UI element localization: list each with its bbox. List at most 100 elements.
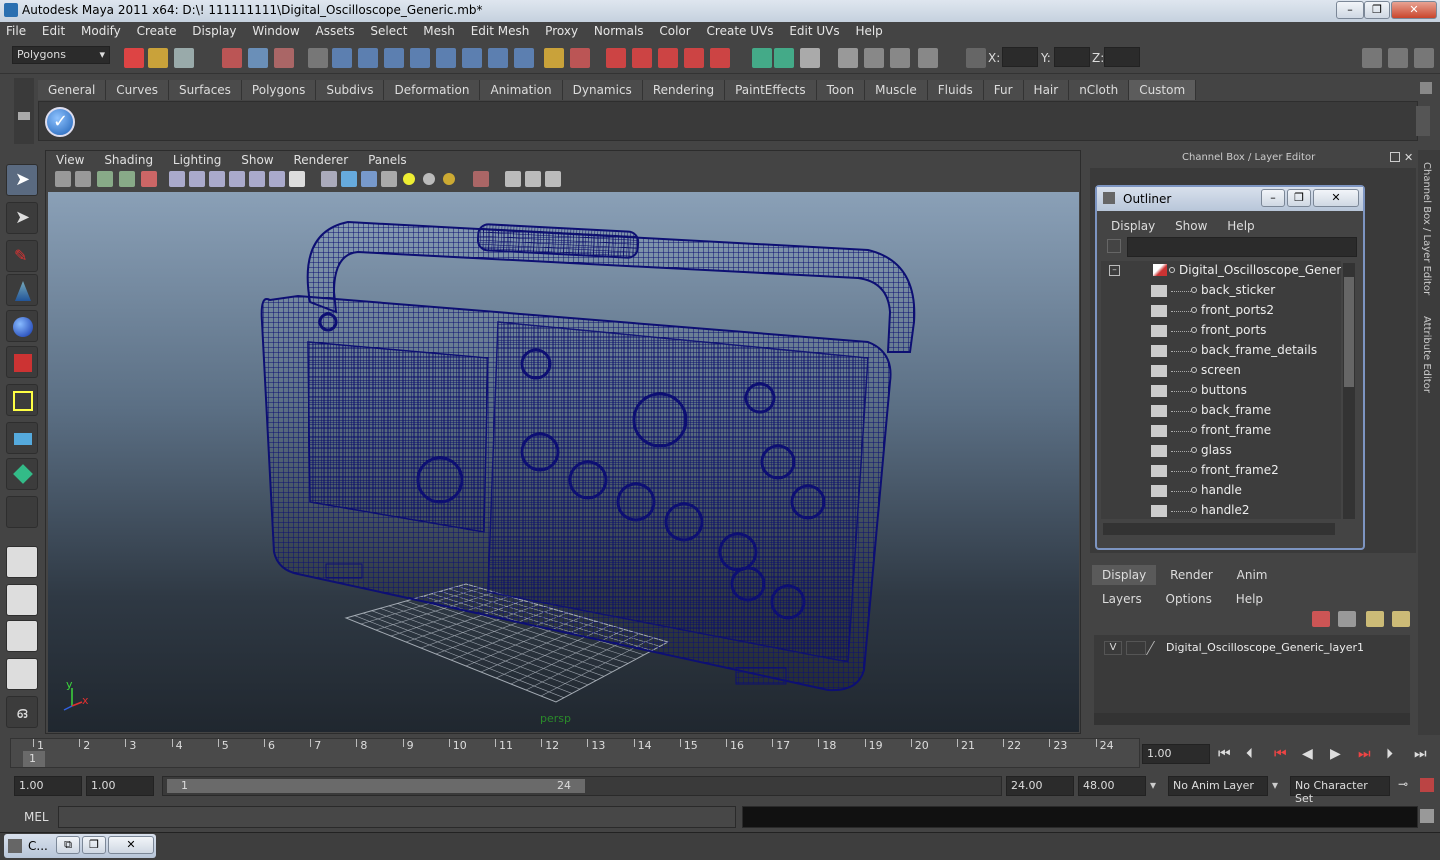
highlight-selection-icon[interactable] <box>570 48 590 68</box>
mode-selector[interactable]: Polygons ▾ <box>12 46 110 64</box>
isolate-select-icon[interactable] <box>473 171 489 187</box>
hypershade-icon[interactable] <box>918 48 938 68</box>
outliner-minimize-button[interactable]: – <box>1261 189 1285 207</box>
rotate-tool-icon[interactable] <box>6 310 38 342</box>
menu-mesh[interactable]: Mesh <box>417 22 461 42</box>
select-curves-icon[interactable] <box>384 48 404 68</box>
menu-modify[interactable]: Modify <box>75 22 127 42</box>
shelf-tab-toon[interactable]: Toon <box>816 80 866 100</box>
render-settings-icon[interactable] <box>890 48 910 68</box>
menu-edit-uvs[interactable]: Edit UVs <box>783 22 845 42</box>
close-panel-icon[interactable]: ✕ <box>1404 151 1416 164</box>
close-button[interactable]: ✕ <box>1391 1 1437 19</box>
list-item[interactable]: front_ports2 <box>1109 301 1341 321</box>
smooth-shade-icon[interactable] <box>341 171 357 187</box>
xray-components-icon[interactable] <box>545 171 561 187</box>
start-time-field[interactable]: 1.00 <box>14 776 82 796</box>
menu-edit-mesh[interactable]: Edit Mesh <box>465 22 536 42</box>
persp-graph-layout-icon[interactable] <box>6 658 38 690</box>
menu-proxy[interactable]: Proxy <box>539 22 584 42</box>
safe-action-icon[interactable] <box>269 171 285 187</box>
outliner-maximize-button[interactable]: ❐ <box>1287 189 1311 207</box>
menu-color[interactable]: Color <box>653 22 696 42</box>
output-ops-icon[interactable] <box>774 48 794 68</box>
outliner-menu-display[interactable]: Display <box>1103 217 1163 235</box>
command-input[interactable] <box>58 806 736 828</box>
snap-curve-icon[interactable] <box>632 48 652 68</box>
layer-menu-help[interactable]: Help <box>1226 589 1273 609</box>
paint-select-tool-icon[interactable]: ✎ <box>6 240 38 272</box>
range-slider-handle[interactable]: 1 24 <box>167 779 585 793</box>
menu-create[interactable]: Create <box>131 22 183 42</box>
x-field[interactable] <box>1002 47 1038 67</box>
anim-layer-selector[interactable]: No Anim Layer <box>1168 776 1268 796</box>
xray-joints-icon[interactable] <box>525 171 541 187</box>
minimized-window[interactable]: C... ⧉ ❐ ✕ <box>4 834 156 858</box>
snap-grid-icon[interactable] <box>606 48 626 68</box>
shelf-tab-hair[interactable]: Hair <box>1023 80 1070 100</box>
shadows-icon[interactable] <box>423 173 435 185</box>
toggle-channel-box-icon[interactable] <box>1414 48 1434 68</box>
select-dynamics-icon[interactable] <box>462 48 482 68</box>
animation-prefs-icon[interactable] <box>1420 778 1434 792</box>
outliner-close-button[interactable]: ✕ <box>1313 189 1359 207</box>
vp-menu-shading[interactable]: Shading <box>96 152 161 168</box>
wireframe-mode-icon[interactable] <box>321 171 337 187</box>
shelf-tab-painteffects[interactable]: PaintEffects <box>725 80 817 100</box>
input-ops-icon[interactable] <box>752 48 772 68</box>
checkmark-icon[interactable]: ✓ <box>45 107 75 137</box>
move-layer-up-icon[interactable] <box>1312 611 1330 627</box>
select-handles-icon[interactable] <box>332 48 352 68</box>
construction-history-icon[interactable] <box>800 48 820 68</box>
new-scene-icon[interactable] <box>124 48 144 68</box>
bookmark-icon[interactable] <box>97 171 113 187</box>
soft-modification-tool-icon[interactable] <box>6 422 38 454</box>
shelf-tab-muscle[interactable]: Muscle <box>865 80 928 100</box>
z-field[interactable] <box>1104 47 1140 67</box>
manipulator-tool-icon[interactable] <box>6 384 38 416</box>
layer-tab-render[interactable]: Render <box>1160 565 1223 585</box>
list-item[interactable]: front_frame2 <box>1109 461 1341 481</box>
open-scene-icon[interactable] <box>148 48 168 68</box>
scrollbar-thumb[interactable] <box>1344 277 1354 387</box>
transform-input-mode-icon[interactable] <box>966 48 986 68</box>
persp-outliner-layout-icon[interactable] <box>6 620 38 652</box>
layer-horizontal-scrollbar[interactable] <box>1094 713 1410 725</box>
shelf-tab-custom[interactable]: Custom <box>1129 80 1197 100</box>
outliner-search-input[interactable] <box>1127 237 1357 257</box>
shelf-tab-surfaces[interactable]: Surfaces <box>168 80 242 100</box>
new-layer-selected-icon[interactable] <box>1392 611 1410 627</box>
list-item[interactable]: handle2 <box>1109 501 1341 519</box>
grid-toggle-icon[interactable] <box>169 171 185 187</box>
collapse-icon[interactable]: – <box>1109 265 1120 276</box>
layer-row[interactable]: V Digital_Oscilloscope_Generic_layer1 <box>1098 639 1404 657</box>
menu-select[interactable]: Select <box>364 22 413 42</box>
toggle-attribute-editor-icon[interactable] <box>1362 48 1382 68</box>
shelf-tab-general[interactable]: General <box>38 80 107 100</box>
outliner-menu-show[interactable]: Show <box>1167 217 1215 235</box>
range-slider[interactable]: 1 24 <box>162 776 1002 796</box>
shelf-tab-fur[interactable]: Fur <box>983 80 1024 100</box>
make-live-icon[interactable] <box>710 48 730 68</box>
toggle-tool-settings-icon[interactable] <box>1388 48 1408 68</box>
menu-assets[interactable]: Assets <box>310 22 361 42</box>
vp-menu-show[interactable]: Show <box>233 152 281 168</box>
maximize-window-button[interactable]: ❐ <box>82 836 106 854</box>
list-item[interactable]: back_frame_details <box>1109 341 1341 361</box>
single-perspective-layout-icon[interactable] <box>6 546 38 578</box>
close-window-button[interactable]: ✕ <box>108 836 154 854</box>
tree-root-item[interactable]: – Digital_Oscilloscope_Generic <box>1109 261 1341 281</box>
gate-mask-icon[interactable] <box>229 171 245 187</box>
select-rendering-icon[interactable] <box>488 48 508 68</box>
list-item[interactable]: back_sticker <box>1109 281 1341 301</box>
select-component-icon[interactable] <box>274 48 294 68</box>
menu-display[interactable]: Display <box>186 22 242 42</box>
playback-start-field[interactable]: 1.00 <box>86 776 154 796</box>
menu-file[interactable]: File <box>0 22 32 42</box>
menu-edit[interactable]: Edit <box>36 22 71 42</box>
step-forward-key-icon[interactable]: ⏭ <box>1358 746 1371 762</box>
camera-select-icon[interactable] <box>55 171 71 187</box>
list-item[interactable]: handle <box>1109 481 1341 501</box>
go-to-start-icon[interactable]: ⏮ <box>1218 746 1231 762</box>
end-time-field[interactable]: 48.00 <box>1078 776 1146 796</box>
